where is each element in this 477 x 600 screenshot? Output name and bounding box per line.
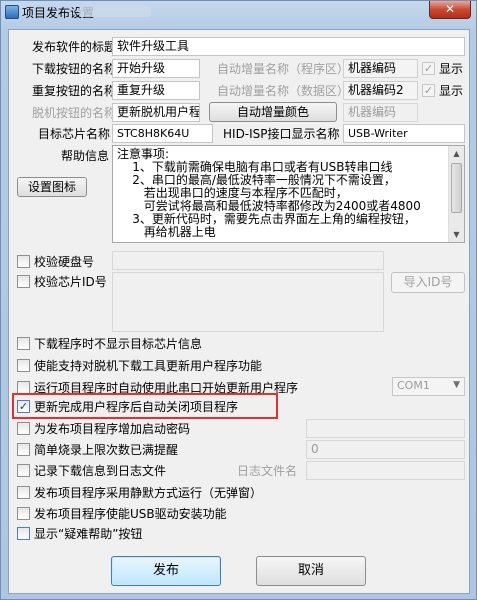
hid-interface-name-label: HID-ISP接口显示名称: [223, 127, 340, 141]
option-burn-limit-label: 简单烧录上限次数已满提醒: [34, 443, 179, 457]
blurred-title-text: [79, 6, 151, 17]
option-help-button-checkbox[interactable]: [17, 527, 30, 540]
target-chip-input[interactable]: STC8H8K64U: [112, 124, 213, 143]
serial-port-select[interactable]: COM1 ▼: [392, 377, 465, 396]
startup-password-input[interactable]: [306, 419, 465, 438]
dialog-client-area: 发布软件的标题 软件升级工具 下载按钮的名称 开始升级 自动增量名称（程序区） …: [8, 29, 470, 594]
help-line-6: 3、更新代码时，需要先点击界面左上角的编程按钮，: [117, 212, 416, 226]
auto-increment-data-input[interactable]: 机器编码2: [343, 81, 418, 100]
cancel-button[interactable]: 取消: [256, 556, 366, 586]
scroll-up-icon[interactable]: ▲: [449, 146, 464, 161]
offline-button-name-input[interactable]: 更新脱机用户程: [112, 103, 200, 122]
auto-increment-program-input[interactable]: 机器编码: [343, 59, 418, 78]
set-icon-button[interactable]: 设置图标: [17, 177, 87, 197]
verify-disk-input[interactable]: [112, 251, 384, 270]
retry-button-name-input[interactable]: 重复升级: [112, 81, 200, 100]
app-icon: [5, 5, 19, 19]
verify-chip-id-textarea[interactable]: [112, 272, 384, 332]
hid-interface-name-input[interactable]: USB-Writer: [343, 124, 465, 143]
title-bar: 项目发布设置 ✕: [1, 1, 476, 25]
help-line-1: 注意事项:: [117, 147, 170, 161]
option-startup-password-label: 为发布项目程序增加启动密码: [34, 422, 191, 436]
download-button-name-label: 下载按钮的名称: [31, 62, 116, 76]
help-scrollbar[interactable]: ▲ ▼: [448, 146, 464, 242]
help-line-7: 再给机器上电: [117, 225, 216, 239]
auto-increment-color-button[interactable]: 自动增量颜色: [209, 102, 337, 122]
show-checkbox-2[interactable]: ✓: [422, 84, 435, 97]
help-line-5: 可尝试将最高和最低波特率都修改为2400或者4800: [117, 199, 421, 213]
option-silent-checkbox[interactable]: [17, 486, 30, 499]
option-offline-update-checkbox[interactable]: [17, 359, 30, 372]
option-log-checkbox[interactable]: [17, 464, 30, 477]
help-line-3: 2、串口的最高/最低波特率一般情况下不需设置，: [117, 173, 396, 187]
settings-window: 项目发布设置 ✕ 发布软件的标题 软件升级工具 下载按钮的名称 开始升级 自动增…: [0, 0, 477, 600]
scroll-down-icon[interactable]: ▼: [449, 227, 464, 242]
option-startup-password-checkbox[interactable]: [17, 422, 30, 435]
verify-chip-id-checkbox[interactable]: [17, 275, 30, 288]
verify-disk-checkbox[interactable]: [17, 255, 30, 268]
help-line-2: 1、下载前需确保电脑有串口或者有USB转串口线: [117, 160, 393, 174]
publish-title-input[interactable]: 软件升级工具: [112, 37, 465, 56]
option-hide-chip-info-label: 下载程序时不显示目标芯片信息: [34, 337, 203, 351]
option-silent-label: 发布项目程序采用静默方式运行（无弹窗）: [34, 486, 263, 500]
verify-disk-label: 校验硬盘号: [34, 255, 95, 269]
machine-code-field[interactable]: 机器编码: [343, 103, 418, 122]
log-file-name-input[interactable]: [306, 461, 465, 480]
help-line-4: 若出现串口的速度与本程序不匹配时，: [117, 186, 348, 200]
log-file-name-label: 日志文件名: [237, 464, 298, 478]
retry-button-name-label: 重复按钮的名称: [31, 84, 116, 98]
option-log-label: 记录下载信息到日志文件: [34, 464, 167, 478]
publish-button[interactable]: 发布: [111, 556, 221, 586]
close-button[interactable]: ✕: [429, 1, 471, 19]
option-offline-update-label: 使能支持对脱机下载工具更新用户程序功能: [34, 359, 263, 373]
show-label-1: 显示: [439, 62, 464, 76]
help-info-textarea[interactable]: 注意事项: 1、下载前需确保电脑有串口或者有USB转串口线 2、串口的最高/最低…: [112, 145, 465, 243]
serial-port-value: COM1: [397, 379, 430, 392]
import-id-button[interactable]: 导入ID号: [391, 272, 465, 293]
auto-increment-program-label: 自动增量名称（程序区）: [217, 62, 350, 76]
option-usb-driver-checkbox[interactable]: [17, 507, 30, 520]
auto-increment-data-label: 自动增量名称（数据区）: [217, 84, 350, 98]
download-button-name-input[interactable]: 开始升级: [112, 59, 200, 78]
show-checkbox-1[interactable]: ✓: [422, 62, 435, 75]
target-chip-label: 目标芯片名称: [37, 127, 110, 141]
verify-chip-id-label: 校验芯片ID号: [34, 275, 107, 289]
option-auto-close-checkbox[interactable]: ✓: [17, 400, 30, 413]
option-usb-driver-label: 发布项目程序使能USB驱动安装功能: [34, 507, 227, 521]
show-label-2: 显示: [439, 84, 464, 98]
burn-limit-input[interactable]: 0: [306, 440, 465, 459]
offline-button-name-label: 脱机按钮的名称: [31, 106, 116, 120]
scroll-thumb[interactable]: [451, 163, 462, 213]
publish-title-label: 发布软件的标题: [31, 40, 116, 54]
option-auto-close-label: 更新完成用户程序后自动关闭项目程序: [34, 400, 239, 414]
option-help-button-label: 显示“疑难帮助”按钮: [34, 527, 143, 541]
chevron-down-icon: ▼: [453, 380, 460, 390]
option-burn-limit-checkbox[interactable]: [17, 443, 30, 456]
help-info-label: 帮助信息: [61, 149, 110, 163]
option-hide-chip-info-checkbox[interactable]: [17, 337, 30, 350]
